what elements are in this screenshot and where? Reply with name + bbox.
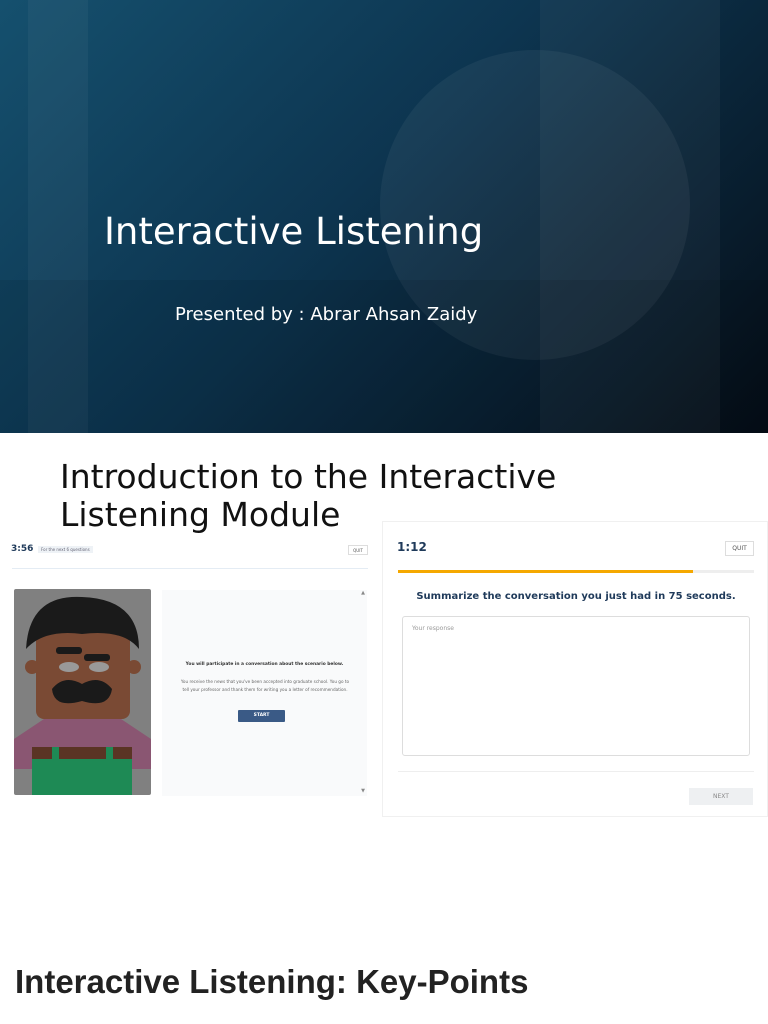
progress-bar xyxy=(398,570,754,573)
response-input[interactable]: Your response xyxy=(402,616,750,756)
presenter: Presented by : Abrar Ahsan Zaidy xyxy=(175,304,478,325)
summary-screenshot: 1:12 QUIT Summarize the conversation you… xyxy=(382,521,768,817)
scroll-up-icon[interactable]: ▲ xyxy=(361,590,365,596)
scenario-heading: You will participate in a conversation a… xyxy=(185,662,344,667)
keypoints-slide: Interactive Listening: Key-Points xyxy=(0,947,768,1024)
intro-screenshot: 3:56 For the next 6 questions QUIT You w… xyxy=(4,538,376,800)
scenario-text: You receive the news that you've been ac… xyxy=(180,679,350,692)
progress-track xyxy=(12,568,368,569)
decor-band xyxy=(0,280,768,433)
prompt: Summarize the conversation you just had … xyxy=(416,591,736,602)
scroll-down-icon[interactable]: ▼ xyxy=(361,788,365,794)
divider xyxy=(398,771,754,772)
next-button[interactable]: NEXT xyxy=(689,788,753,805)
quit-button[interactable]: QUIT xyxy=(725,541,754,556)
quit-button[interactable]: QUIT xyxy=(348,545,368,555)
question-tag: For the next 6 questions xyxy=(38,546,93,553)
timer: 3:56 xyxy=(11,544,34,554)
slide-title: Interactive Listening xyxy=(104,210,484,253)
character-avatar xyxy=(14,589,151,795)
start-button[interactable]: START xyxy=(238,710,285,722)
progress-fill xyxy=(398,570,694,573)
scenario-panel: You will participate in a conversation a… xyxy=(162,590,367,796)
title-slide: Interactive Listening Presented by : Abr… xyxy=(0,0,768,433)
slide-title: Interactive Listening: Key-Points xyxy=(15,963,529,1000)
timer: 1:12 xyxy=(397,540,427,554)
